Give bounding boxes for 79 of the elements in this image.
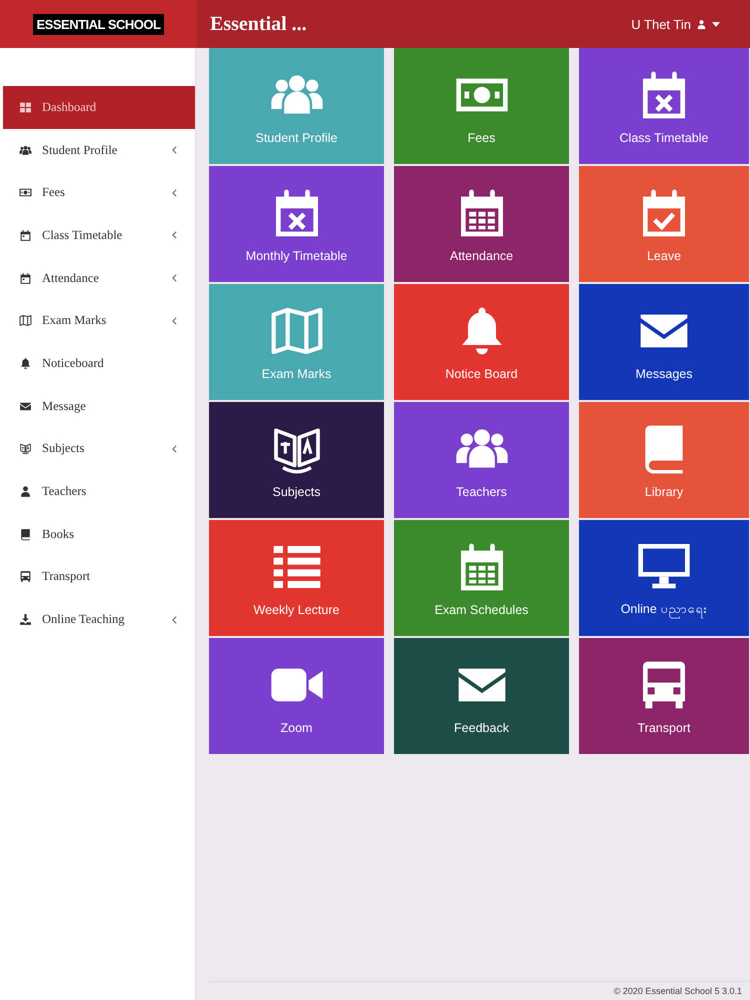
dashboard-tile[interactable]: Attendance [394,166,569,282]
envelope-icon [19,400,32,413]
logo[interactable]: ESSENTIAL SCHOOL [32,14,164,34]
dashboard-tile[interactable]: Monthly Timetable [209,166,384,282]
dashboard-tile[interactable]: Class Timetable [579,48,749,164]
dashboard-tile[interactable]: Exam Schedules [394,520,569,636]
sidebar-label: Online Teaching [42,612,126,628]
tile-label: Weekly Lecture [254,603,340,617]
dashboard-tile[interactable]: Feedback [394,638,569,754]
sidebar-item[interactable]: Online Teaching [3,598,195,641]
dashboard-tile[interactable]: Fees [394,48,569,164]
sidebar-item[interactable]: Subjects [3,428,195,470]
dashboard-tile[interactable]: Library [579,402,749,518]
book-icon [19,442,32,456]
user-name[interactable]: U Thet Tin [631,16,691,32]
sidebar-label: Noticeboard [42,356,105,371]
bell-icon [19,356,32,370]
download-icon [19,613,32,626]
tile-label: Messages [636,367,692,381]
tile-label: Exam Schedules [434,603,528,617]
tile-label: Exam Marks [262,367,332,381]
sidebar-item[interactable]: Dashboard [3,86,195,129]
tile-label: Online ပညာရေး [620,601,708,619]
sidebar-item[interactable]: Books [3,512,195,556]
dashboard-tile[interactable]: Online ပညာရေး [579,520,749,636]
sidebar-label: Attendance [42,270,100,286]
tile-label: Fees [468,131,496,145]
grid-icon [19,100,32,114]
dashboard-tile[interactable]: Zoom [209,638,384,754]
tile-label: Teachers [456,485,507,499]
user-icon[interactable] [696,18,707,30]
sidebar-label: Message [42,398,87,414]
sidebar-label: Dashboard [42,100,98,115]
dashboard-tile[interactable]: Subjects [209,402,384,518]
book-icon [19,528,32,541]
sidebar-label: Fees [42,185,66,200]
person-icon [19,485,32,498]
tile-label: Notice Board [445,367,518,381]
dashboard-tile[interactable]: Notice Board [394,284,569,400]
dashboard-tile[interactable]: Transport [579,638,749,754]
sidebar-label: Books [42,526,75,542]
tile-label: Class Timetable [620,131,708,145]
sidebar-item[interactable]: Exam Marks [3,299,195,342]
calendar-icon [19,272,32,285]
tile-label: Monthly Timetable [246,249,348,263]
sidebar-item[interactable]: Teachers [3,470,195,513]
dashboard-tile[interactable]: Messages [579,284,749,400]
tile-label: Zoom [280,721,312,735]
sidebar-item[interactable]: Fees [3,171,195,214]
bus-icon [19,570,32,584]
tile-label: Feedback [454,721,509,735]
dashboard-tile[interactable]: Leave [579,166,749,282]
sidebar-item[interactable]: Transport [3,556,195,598]
sidebar-item[interactable]: Class Timetable [3,214,195,257]
sidebar-item[interactable]: Noticeboard [3,342,195,385]
caret-icon[interactable] [712,22,720,26]
tile-label: Library [644,485,684,499]
sidebar-label: Subjects [42,441,86,456]
map-icon [19,314,32,328]
tile-label: Student Profile [256,131,338,145]
tile-label: Subjects [272,485,320,499]
calendar-icon [19,228,32,242]
footer-text: © 2020 Essential School 5 3.0.1 [614,986,742,996]
tile-label: Transport [637,721,691,735]
sidebar-item[interactable]: Attendance [3,256,195,300]
sidebar-label: Teachers [42,484,88,500]
page-title: Essential ... [210,12,307,36]
sidebar-item[interactable]: Student Profile [3,128,195,172]
sidebar-label: Exam Marks [42,313,108,328]
sidebar-item[interactable]: Message [3,384,195,428]
sidebar-label: Transport [42,569,92,584]
sidebar-label: Student Profile [42,142,118,158]
dashboard-tile[interactable]: Teachers [394,402,569,518]
banknote-icon [19,186,32,200]
dashboard-tile[interactable]: Weekly Lecture [209,520,384,636]
tile-label: Attendance [450,249,514,263]
people-icon [19,144,32,157]
sidebar-label: Class Timetable [42,228,124,243]
tile-label: Leave [646,249,682,263]
